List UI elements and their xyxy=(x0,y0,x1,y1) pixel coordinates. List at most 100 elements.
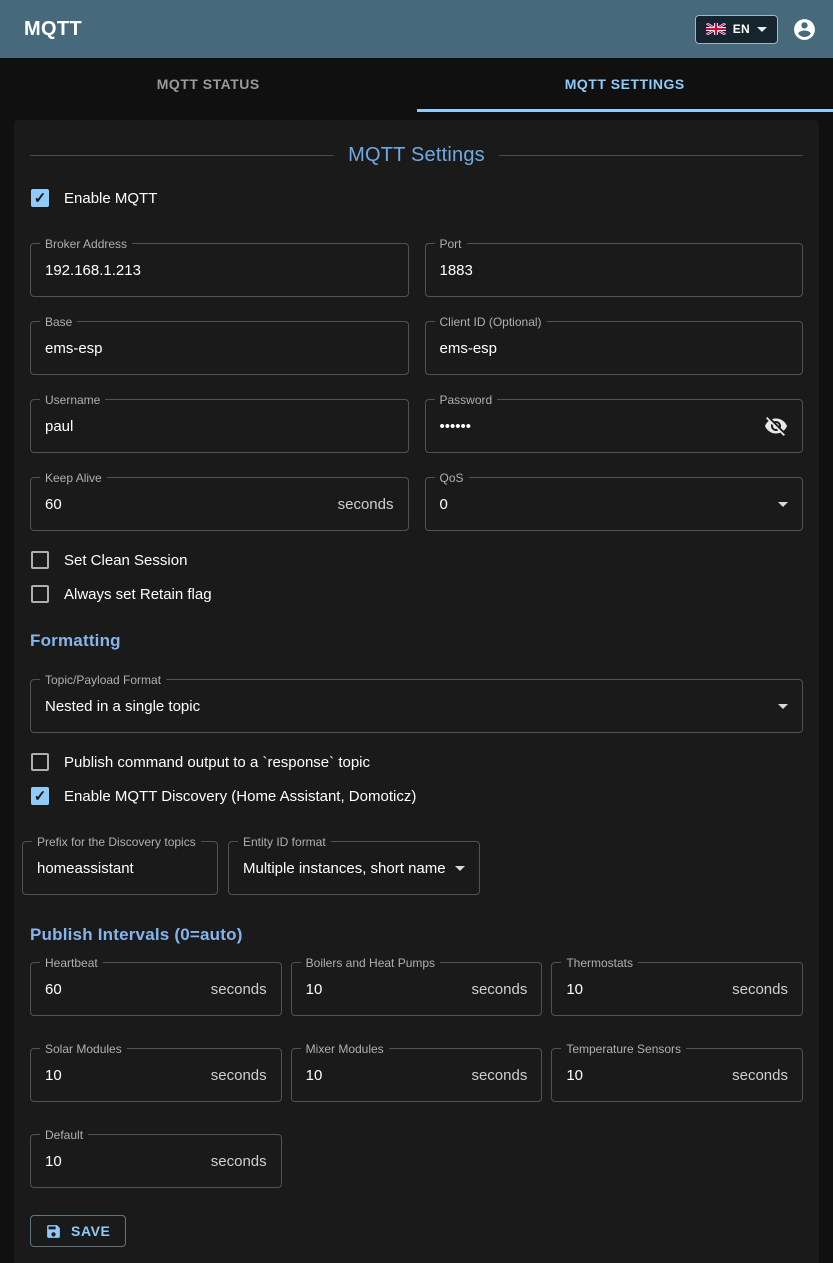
grid-spacer xyxy=(551,1134,803,1188)
default-interval-label: Default xyxy=(40,1128,88,1142)
thermostats-unit: seconds xyxy=(732,981,788,998)
uk-flag-icon xyxy=(706,23,726,35)
broker-address-value: 192.168.1.213 xyxy=(45,262,394,279)
chevron-down-icon xyxy=(778,704,788,709)
page-title: MQTT Settings xyxy=(348,144,485,167)
visibility-off-icon[interactable] xyxy=(764,414,788,438)
publish-intervals-grid: Heartbeat 60 seconds Boilers and Heat Pu… xyxy=(30,962,803,1188)
account-circle-icon[interactable] xyxy=(792,17,817,42)
default-interval-field[interactable]: Default 10 seconds xyxy=(30,1134,282,1188)
heartbeat-unit: seconds xyxy=(211,981,267,998)
settings-card: MQTT Settings Enable MQTT Broker Address… xyxy=(14,120,819,1263)
chevron-down-icon xyxy=(778,502,788,507)
formatting-heading: Formatting xyxy=(30,631,803,651)
port-label: Port xyxy=(435,237,467,251)
default-interval-unit: seconds xyxy=(211,1153,267,1170)
mqtt-discovery-checkbox[interactable] xyxy=(31,787,49,805)
username-field[interactable]: Username paul xyxy=(30,399,409,453)
boilers-value: 10 xyxy=(306,981,464,998)
connection-fields-grid: Broker Address 192.168.1.213 Port 1883 B… xyxy=(30,243,803,531)
temperature-sensors-field[interactable]: Temperature Sensors 10 seconds xyxy=(551,1048,803,1102)
qos-value: 0 xyxy=(440,496,769,513)
password-value: •••••• xyxy=(440,418,755,435)
mixer-modules-unit: seconds xyxy=(471,1067,527,1084)
mixer-modules-field[interactable]: Mixer Modules 10 seconds xyxy=(291,1048,543,1102)
default-interval-value: 10 xyxy=(45,1153,203,1170)
heartbeat-value: 60 xyxy=(45,981,203,998)
tab-mqtt-status[interactable]: MQTT STATUS xyxy=(0,58,417,112)
base-value: ems-esp xyxy=(45,340,394,357)
solar-modules-label: Solar Modules xyxy=(40,1042,127,1056)
tab-bar: MQTT STATUS MQTT SETTINGS xyxy=(0,58,833,112)
publish-response-label: Publish command output to a `response` t… xyxy=(64,754,370,771)
solar-modules-value: 10 xyxy=(45,1067,203,1084)
boilers-label: Boilers and Heat Pumps xyxy=(301,956,440,970)
temperature-sensors-unit: seconds xyxy=(732,1067,788,1084)
port-value: 1883 xyxy=(440,262,789,279)
discovery-prefix-label: Prefix for the Discovery topics xyxy=(32,835,201,849)
mqtt-discovery-label: Enable MQTT Discovery (Home Assistant, D… xyxy=(64,788,416,805)
discovery-options-row: Prefix for the Discovery topics homeassi… xyxy=(22,841,803,895)
publish-response-checkbox[interactable] xyxy=(31,753,49,771)
enable-mqtt-checkbox[interactable] xyxy=(31,189,49,207)
publish-intervals-heading: Publish Intervals (0=auto) xyxy=(30,925,803,945)
enable-mqtt-checkbox-row[interactable]: Enable MQTT xyxy=(31,189,803,207)
app-bar-actions: EN xyxy=(695,15,817,44)
mqtt-discovery-checkbox-row[interactable]: Enable MQTT Discovery (Home Assistant, D… xyxy=(31,787,803,805)
username-value: paul xyxy=(45,418,394,435)
discovery-prefix-field[interactable]: Prefix for the Discovery topics homeassi… xyxy=(22,841,218,895)
topic-payload-format-label: Topic/Payload Format xyxy=(40,673,166,687)
retain-flag-checkbox[interactable] xyxy=(31,585,49,603)
language-selector-button[interactable]: EN xyxy=(695,15,778,44)
password-field[interactable]: Password •••••• xyxy=(425,399,804,453)
client-id-label: Client ID (Optional) xyxy=(435,315,547,329)
boilers-unit: seconds xyxy=(471,981,527,998)
save-button[interactable]: SAVE xyxy=(30,1215,126,1247)
topic-payload-format-value: Nested in a single topic xyxy=(45,698,768,715)
enable-mqtt-label: Enable MQTT xyxy=(64,190,157,207)
topic-payload-format-select[interactable]: Topic/Payload Format Nested in a single … xyxy=(30,679,803,733)
port-field[interactable]: Port 1883 xyxy=(425,243,804,297)
heartbeat-label: Heartbeat xyxy=(40,956,103,970)
thermostats-value: 10 xyxy=(566,981,724,998)
app-title: MQTT xyxy=(24,18,82,41)
retain-flag-label: Always set Retain flag xyxy=(64,586,212,603)
broker-address-field[interactable]: Broker Address 192.168.1.213 xyxy=(30,243,409,297)
solar-modules-unit: seconds xyxy=(211,1067,267,1084)
keep-alive-label: Keep Alive xyxy=(40,471,107,485)
thermostats-label: Thermostats xyxy=(561,956,638,970)
entity-id-format-value: Multiple instances, short name xyxy=(243,860,445,877)
client-id-field[interactable]: Client ID (Optional) ems-esp xyxy=(425,321,804,375)
thermostats-field[interactable]: Thermostats 10 seconds xyxy=(551,962,803,1016)
qos-label: QoS xyxy=(435,471,469,485)
boilers-field[interactable]: Boilers and Heat Pumps 10 seconds xyxy=(291,962,543,1016)
mixer-modules-label: Mixer Modules xyxy=(301,1042,389,1056)
keep-alive-field[interactable]: Keep Alive 60 seconds xyxy=(30,477,409,531)
qos-select[interactable]: QoS 0 xyxy=(425,477,804,531)
page-title-row: MQTT Settings xyxy=(30,144,803,167)
grid-spacer xyxy=(291,1134,543,1188)
client-id-value: ems-esp xyxy=(440,340,789,357)
retain-flag-checkbox-row[interactable]: Always set Retain flag xyxy=(31,585,803,603)
temperature-sensors-label: Temperature Sensors xyxy=(561,1042,686,1056)
language-label: EN xyxy=(733,22,750,36)
mixer-modules-value: 10 xyxy=(306,1067,464,1084)
keep-alive-value: 60 xyxy=(45,496,330,513)
keep-alive-unit: seconds xyxy=(338,496,394,513)
save-button-label: SAVE xyxy=(71,1223,111,1239)
clean-session-checkbox-row[interactable]: Set Clean Session xyxy=(31,551,803,569)
divider xyxy=(30,155,334,156)
heartbeat-field[interactable]: Heartbeat 60 seconds xyxy=(30,962,282,1016)
password-label: Password xyxy=(435,393,498,407)
solar-modules-field[interactable]: Solar Modules 10 seconds xyxy=(30,1048,282,1102)
save-icon xyxy=(45,1223,62,1240)
entity-id-format-label: Entity ID format xyxy=(238,835,331,849)
entity-id-format-select[interactable]: Entity ID format Multiple instances, sho… xyxy=(228,841,480,895)
base-field[interactable]: Base ems-esp xyxy=(30,321,409,375)
clean-session-label: Set Clean Session xyxy=(64,552,187,569)
divider xyxy=(499,155,803,156)
discovery-prefix-value: homeassistant xyxy=(37,860,203,877)
publish-response-checkbox-row[interactable]: Publish command output to a `response` t… xyxy=(31,753,803,771)
tab-mqtt-settings[interactable]: MQTT SETTINGS xyxy=(417,58,833,112)
clean-session-checkbox[interactable] xyxy=(31,551,49,569)
